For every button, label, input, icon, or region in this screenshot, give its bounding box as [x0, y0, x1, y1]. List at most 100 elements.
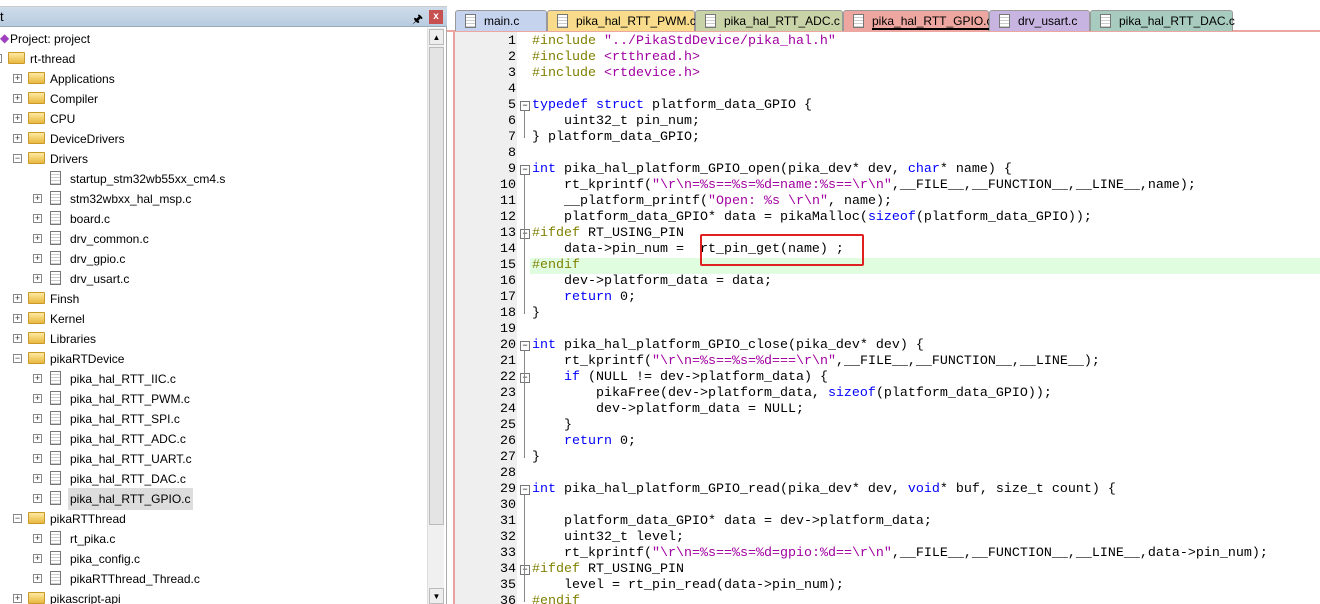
fold-line	[524, 351, 525, 458]
tree-item[interactable]: + pika_hal_RTT_IIC.c	[0, 368, 426, 388]
code-text: dev->platform_data = NULL;	[532, 402, 804, 417]
tree-item[interactable]: + rt_pika.c	[0, 528, 426, 548]
tree-item-label: pika_hal_RTT_DAC.c	[70, 472, 186, 486]
code-text: RT_USING_PIN	[580, 226, 684, 241]
tree-item[interactable]: − pikaRTThread	[0, 508, 426, 528]
code-text: platform_data_GPIO* data = dev->platform…	[532, 514, 932, 529]
code-text: , name);	[827, 194, 892, 209]
tab-pika-hal-rtt-pwm-c[interactable]: pika_hal_RTT_PWM.c	[547, 10, 696, 31]
close-panel-button[interactable]: x	[429, 10, 443, 24]
scroll-up-button[interactable]: ▲	[429, 29, 444, 45]
tree-item[interactable]: + stm32wbxx_hal_msp.c	[0, 188, 426, 208]
expand-icon[interactable]: +	[33, 394, 42, 403]
preprocessor: #ifdef	[532, 562, 580, 577]
expand-icon[interactable]: +	[13, 134, 22, 143]
expand-icon[interactable]: +	[13, 114, 22, 123]
tree-item[interactable]: + drv_common.c	[0, 228, 426, 248]
tree-item[interactable]: − Drivers	[0, 148, 426, 168]
tree-item[interactable]: + pika_hal_RTT_GPIO.c	[0, 488, 426, 510]
expand-icon[interactable]: +	[33, 474, 42, 483]
tree-item[interactable]: + board.c	[0, 208, 426, 228]
preprocessor: #include	[532, 34, 604, 49]
tree-item[interactable]: + pikascript-api	[0, 588, 426, 604]
code-editor[interactable]: 1 2 3 4 5 6 7 8 9 10 11 12 13 14 15 16 17 18 19 20 21 22 23 24 2…	[453, 32, 1320, 604]
tree-item-label: pika_hal_RTT_PWM.c	[70, 392, 190, 406]
keyword: return	[564, 290, 612, 305]
tree-item[interactable]: + pika_hal_RTT_DAC.c	[0, 468, 426, 488]
tab-main-c[interactable]: main.c	[455, 10, 547, 31]
tree-item[interactable]: + drv_usart.c	[0, 268, 426, 288]
tree-item[interactable]: + pika_hal_RTT_ADC.c	[0, 428, 426, 448]
line-number: 35	[500, 578, 516, 593]
fold-collapse-icon[interactable]: −	[520, 165, 530, 175]
tree-item[interactable]: − rt-thread	[0, 48, 426, 68]
keyword: if	[564, 370, 580, 385]
tab-pika-hal-rtt-gpio-c[interactable]: pika_hal_RTT_GPIO.c	[843, 10, 993, 31]
collapse-icon[interactable]: −	[0, 54, 2, 63]
tree-item[interactable]: + pika_hal_RTT_SPI.c	[0, 408, 426, 428]
expand-icon[interactable]: +	[33, 454, 42, 463]
fold-collapse-icon[interactable]: −	[520, 341, 530, 351]
folder-icon	[28, 132, 45, 144]
collapse-icon[interactable]: −	[13, 354, 22, 363]
tree-item[interactable]: + CPU	[0, 108, 426, 128]
tree-item[interactable]: + Applications	[0, 68, 426, 88]
expand-icon[interactable]: +	[13, 294, 22, 303]
folder-icon	[28, 292, 45, 304]
tab-drv-usart-c[interactable]: drv_usart.c	[989, 10, 1090, 31]
expand-icon[interactable]: +	[13, 594, 22, 603]
fold-collapse-icon[interactable]: −	[520, 565, 530, 575]
fold-collapse-icon[interactable]: −	[520, 229, 530, 239]
fold-collapse-icon[interactable]: −	[520, 373, 530, 383]
expand-icon[interactable]: +	[33, 234, 42, 243]
expand-icon[interactable]: +	[33, 574, 42, 583]
scroll-down-button[interactable]: ▼	[429, 588, 444, 604]
expand-icon[interactable]: +	[33, 494, 42, 503]
expand-icon[interactable]: +	[13, 334, 22, 343]
expand-icon[interactable]: +	[33, 194, 42, 203]
tree-item[interactable]: + Finsh	[0, 288, 426, 308]
expand-icon[interactable]: +	[33, 534, 42, 543]
code-line: uint32_t pin_num;	[532, 114, 1320, 130]
scroll-thumb[interactable]	[429, 47, 444, 525]
code-text: __platform_printf(	[532, 194, 708, 209]
tree-item[interactable]: + Compiler	[0, 88, 426, 108]
expand-icon[interactable]: +	[33, 554, 42, 563]
tree-item[interactable]: + DeviceDrivers	[0, 128, 426, 148]
expand-icon[interactable]: +	[33, 214, 42, 223]
expand-icon[interactable]: +	[13, 314, 22, 323]
tree-item[interactable]: + pika_config.c	[0, 548, 426, 568]
tree-item[interactable]: ◆ Project: project	[0, 28, 426, 48]
tree-item[interactable]: + Kernel	[0, 308, 426, 328]
expand-icon[interactable]: +	[33, 274, 42, 283]
expand-icon[interactable]: +	[13, 94, 22, 103]
tree-item-label: pika_hal_RTT_GPIO.c	[68, 488, 193, 510]
tree-item[interactable]: + Libraries	[0, 328, 426, 348]
expand-icon[interactable]: +	[13, 74, 22, 83]
expand-icon[interactable]: +	[33, 414, 42, 423]
tree-item[interactable]: + pikaRTThread_Thread.c	[0, 568, 426, 588]
expand-icon[interactable]: +	[33, 254, 42, 263]
collapse-icon[interactable]: −	[13, 514, 22, 523]
line-number: 22	[500, 370, 516, 385]
tab-pika-hal-rtt-dac-c[interactable]: pika_hal_RTT_DAC.c	[1090, 10, 1235, 31]
collapse-icon[interactable]: −	[13, 154, 22, 163]
tree-item[interactable]: + pika_hal_RTT_PWM.c	[0, 388, 426, 408]
code-line: level = rt_pin_read(data->pin_num);	[532, 578, 1320, 594]
fold-collapse-icon[interactable]: −	[520, 101, 530, 111]
fold-collapse-icon[interactable]: −	[520, 485, 530, 495]
code-line: platform_data_GPIO* data = dev->platform…	[532, 514, 1320, 530]
tree-item-label: pika_hal_RTT_ADC.c	[70, 432, 186, 446]
tree-item[interactable]: + pika_hal_RTT_UART.c	[0, 448, 426, 468]
tree-item[interactable]: − pikaRTDevice	[0, 348, 426, 368]
tree-item-label: DeviceDrivers	[50, 132, 125, 146]
expand-icon[interactable]: +	[33, 374, 42, 383]
tree-item[interactable]: + drv_gpio.c	[0, 248, 426, 268]
tree-item[interactable]: startup_stm32wb55xx_cm4.s	[0, 168, 426, 188]
code-text: dev->platform_data = data;	[532, 274, 772, 289]
expand-icon[interactable]: +	[33, 434, 42, 443]
tree-scrollbar[interactable]: ▲ ▼	[427, 28, 444, 604]
string-literal: <rtdevice.h>	[603, 66, 700, 81]
string-literal: "\r\n=%s==%s=%d===\r\n"	[651, 354, 836, 369]
tab-pika-hal-rtt-adc-c[interactable]: pika_hal_RTT_ADC.c	[695, 10, 843, 31]
